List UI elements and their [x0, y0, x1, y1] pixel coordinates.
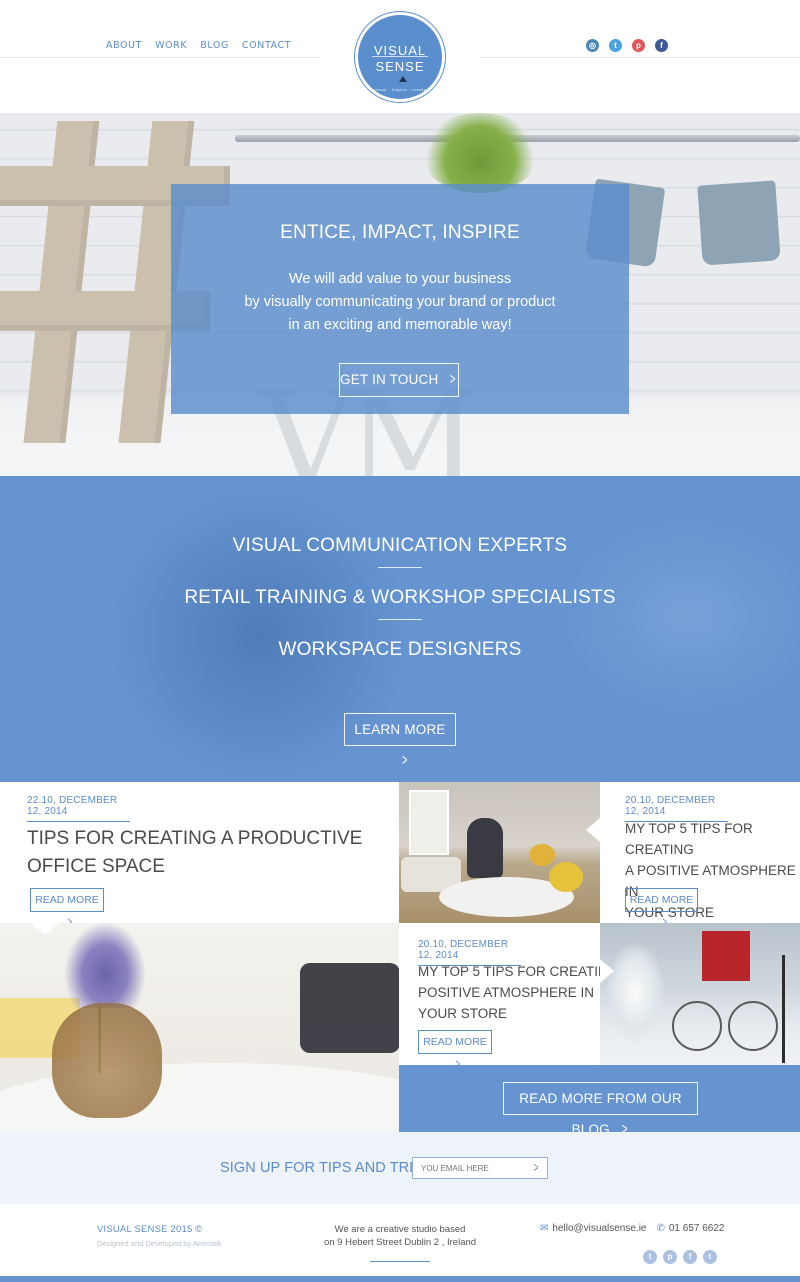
post-2-read-more-button[interactable]: READ MORE> [625, 888, 698, 929]
header-social-links: ◎ t p f [586, 39, 668, 52]
footer-contact: ✉ hello@visualsense.ie ✆ 01 657 6622 [540, 1223, 725, 1234]
post-date: 20.10, DECEMBER 12, 2014 [418, 939, 509, 961]
read-more-label: READ MORE [35, 894, 99, 906]
service-item: WORKSPACE DESIGNERS [278, 639, 522, 660]
post-2-photo[interactable] [399, 782, 600, 923]
read-more-label: READ MORE [423, 1036, 487, 1048]
post-title-line: YOUR STORE [418, 1006, 508, 1021]
post-1-read-more-button[interactable]: READ MORE> [30, 888, 104, 929]
blog-section: 22.10, DECEMBER 12, 2014 TIPS FOR CREATI… [0, 782, 800, 1138]
footer-about-line: We are a creative studio based [334, 1224, 466, 1235]
hero-section: VM ENTICE, IMPACT, INSPIRE We will add v… [0, 113, 800, 476]
footer-bottom-bar [0, 1276, 800, 1282]
footer-phone: 01 657 6622 [668, 1223, 725, 1234]
instagram-icon[interactable]: ◎ [586, 39, 599, 52]
footer-email: hello@visualsense.ie [552, 1223, 647, 1234]
service-divider [378, 619, 422, 620]
logo-tagline: visual · inspire · create [373, 87, 427, 92]
read-more-label: READ MORE [629, 894, 694, 906]
post-date-rule [27, 821, 130, 822]
site-logo[interactable]: VISUAL SENSE visual · inspire · create [355, 12, 445, 102]
footer-phone-link[interactable]: ✆ 01 657 6622 [656, 1223, 724, 1234]
newsletter-section: SIGN UP FOR TIPS AND TRENDS > [0, 1132, 800, 1204]
logo-line-2: SENSE [375, 59, 425, 74]
site-footer: VISUAL SENSE 2015 © Designed and Develop… [0, 1204, 800, 1282]
learn-more-button[interactable]: LEARN MORE > [344, 713, 456, 769]
blog-cta-panel: READ MORE FROM OUR BLOG > [399, 1065, 800, 1138]
twitter-icon[interactable]: t [643, 1250, 657, 1264]
post-3-photo[interactable] [600, 923, 800, 1065]
hero-title: ENTICE, IMPACT, INSPIRE [280, 222, 520, 243]
nav-work[interactable]: WORK [155, 40, 187, 51]
newsletter-email-input[interactable] [412, 1157, 548, 1179]
read-more-from-blog-button[interactable]: READ MORE FROM OUR BLOG > [503, 1082, 698, 1138]
services-section: VISUAL COMMUNICATION EXPERTS RETAIL TRAI… [0, 476, 800, 782]
twitter-icon[interactable]: t [609, 39, 622, 52]
post-date: 22.10, DECEMBER 12, 2014 [27, 795, 118, 817]
post-3-title[interactable]: MY TOP 5 TIPS FOR CREATING A POSITIVE AT… [418, 961, 630, 1024]
post-title-line: POSITIVE ATMOSPHERE IN [418, 985, 595, 1000]
post-title-line: MY TOP 5 TIPS FOR CREATING A [418, 964, 631, 979]
post-3-pointer [600, 959, 614, 983]
footer-about: We are a creative studio based on 9 Hebe… [300, 1223, 500, 1249]
nav-about[interactable]: ABOUT [106, 40, 142, 51]
footer-social-links: t p f t [643, 1250, 717, 1264]
service-item: RETAIL TRAINING & WORKSHOP SPECIALISTS [184, 587, 616, 608]
blog-cta-label: READ MORE FROM OUR BLOG [519, 1091, 682, 1137]
header-divider-right [480, 57, 800, 58]
hero-text: We will add value to your business by vi… [171, 268, 629, 337]
post-3-read-more-button[interactable]: READ MORE> [418, 1030, 492, 1071]
learn-more-label: LEARN MORE [354, 722, 446, 737]
hero-panel: ENTICE, IMPACT, INSPIRE We will add valu… [171, 184, 629, 414]
logo-rule [372, 56, 428, 57]
footer-brand: VISUAL SENSE 2015 © [97, 1224, 203, 1235]
hero-text-line: We will add value to your business [288, 271, 512, 287]
post-title-line: MY TOP 5 TIPS FOR CREATING [625, 821, 753, 857]
footer-about-line: on 9 Hebert Street Dublin 2 , Ireland [323, 1237, 477, 1248]
hero-text-line: by visually communicating your brand or … [244, 294, 556, 310]
facebook-icon[interactable]: f [683, 1250, 697, 1264]
post-1-pointer [31, 923, 59, 935]
post-1-photo[interactable] [0, 923, 399, 1132]
footer-about-rule [370, 1261, 430, 1262]
envelope-icon: ✉ [540, 1223, 549, 1234]
logo-triangle-icon [399, 76, 407, 82]
hero-photo-mug [697, 180, 781, 266]
post-1-title[interactable]: TIPS FOR CREATING A PRODUCTIVE OFFICE SP… [27, 825, 362, 881]
get-in-touch-label: GET IN TOUCH [340, 372, 439, 387]
facebook-icon[interactable]: f [655, 39, 668, 52]
twitter-icon[interactable]: t [703, 1250, 717, 1264]
newsletter-submit-chevron-icon[interactable]: > [534, 1159, 539, 1175]
chevron-right-icon: > [450, 371, 457, 388]
hero-photo-plant [420, 113, 540, 193]
nav-contact[interactable]: CONTACT [242, 40, 291, 51]
post-date: 20.10, DECEMBER 12, 2014 [625, 795, 716, 817]
hero-text-line: in an exciting and memorable way! [288, 317, 512, 333]
pinterest-icon[interactable]: p [632, 39, 645, 52]
post-2-pointer [586, 818, 600, 842]
post-title-line: OFFICE SPACE [27, 856, 165, 877]
header-divider-left [0, 57, 320, 58]
footer-credit[interactable]: Designed and Developed by Animatik [97, 1239, 222, 1248]
pinterest-icon[interactable]: p [663, 1250, 677, 1264]
main-nav: ABOUT WORK BLOG CONTACT [106, 40, 304, 51]
footer-email-link[interactable]: ✉ hello@visualsense.ie [540, 1223, 646, 1234]
site-header: ABOUT WORK BLOG CONTACT VISUAL SENSE vis… [0, 0, 800, 113]
service-divider [378, 567, 422, 568]
nav-blog[interactable]: BLOG [200, 40, 229, 51]
service-item: VISUAL COMMUNICATION EXPERTS [232, 535, 568, 556]
get-in-touch-button[interactable]: GET IN TOUCH > [339, 363, 459, 397]
phone-icon: ✆ [656, 1223, 665, 1234]
chevron-right-icon: > [402, 752, 408, 769]
post-title-line: TIPS FOR CREATING A PRODUCTIVE [27, 828, 363, 849]
post-1-meta: 22.10, DECEMBER 12, 2014 [27, 795, 130, 822]
